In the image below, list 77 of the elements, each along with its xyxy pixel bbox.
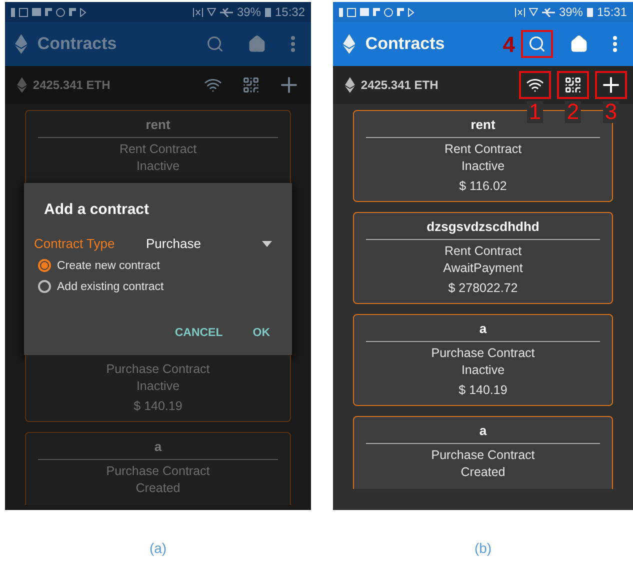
contract-card[interactable]: a Purchase Contract Inactive $ 140.19 <box>353 314 613 406</box>
vibrate-icon <box>514 8 525 16</box>
contract-title: rent <box>470 117 496 132</box>
balance-amount: 2425.341 ETH <box>32 78 110 92</box>
contract-detail: AwaitPayment <box>443 260 523 277</box>
battery-icon <box>264 7 271 17</box>
contract-detail: Created <box>136 480 180 497</box>
contract-detail: Created <box>460 464 506 481</box>
dialog-button[interactable]: OK <box>250 323 272 343</box>
contract-detail: Purchase Contract <box>106 361 210 378</box>
clock-time: 15:32 <box>274 5 305 19</box>
contract-detail: Purchase Contract <box>106 463 210 480</box>
panel-caption: (a) <box>149 540 167 556</box>
signal-icon <box>206 8 216 16</box>
dialog-title: Add a contract <box>44 201 150 218</box>
caret-icon <box>262 240 272 246</box>
diamond-icon <box>15 34 28 54</box>
contract-card[interactable]: rent Rent Contract Inactive <box>25 110 291 183</box>
contract-amount: $ 140.19 <box>458 383 508 397</box>
radio-option[interactable]: Add existing contract <box>38 280 272 293</box>
contract-detail: Purchase Contract <box>431 447 535 464</box>
wifi-button[interactable] <box>519 71 551 99</box>
menu-icon <box>291 36 295 52</box>
search-icon <box>206 35 224 53</box>
battery-percent: 39% <box>558 5 583 19</box>
search-button[interactable] <box>521 30 553 58</box>
contract-title: a <box>479 321 487 336</box>
dialog-button[interactable]: CANCEL <box>172 323 225 343</box>
contract-detail: Inactive <box>136 378 180 395</box>
add-button[interactable] <box>595 71 627 99</box>
contract-card[interactable]: a Purchase Contract Created <box>25 432 291 505</box>
field-label: Contract Type <box>34 236 116 251</box>
contract-card[interactable]: dzsgsvdzscdhdhd Rent Contract AwaitPayment $ 278022.72 <box>353 212 613 304</box>
contract-detail: Purchase Contract <box>431 345 535 362</box>
radio-button[interactable] <box>38 259 51 272</box>
app-title: Contracts <box>37 34 117 54</box>
radio-button[interactable] <box>38 280 51 293</box>
battery-percent: 39% <box>236 5 261 19</box>
qr-code-icon <box>242 76 260 94</box>
wifi-icon <box>526 76 544 94</box>
vibrate-icon <box>192 8 203 16</box>
radio-option[interactable]: Create new contract <box>38 259 272 272</box>
app-title: Contracts <box>365 34 445 54</box>
battery-icon <box>586 7 593 17</box>
signal-icon <box>528 8 538 16</box>
contract-detail: Inactive <box>136 158 180 175</box>
contract-type-dropdown[interactable]: Purchase <box>146 236 272 251</box>
contract-amount: $ 140.19 <box>134 399 182 413</box>
home-icon <box>570 35 588 53</box>
wifi-icon <box>204 76 222 94</box>
diamond-icon <box>343 34 356 54</box>
qr-code-button[interactable] <box>557 71 589 99</box>
panel-caption: (b) <box>474 540 492 556</box>
balance-amount: 2425.341 ETH <box>360 78 438 92</box>
contract-detail: Rent Contract <box>119 141 197 158</box>
contract-title: dzsgsvdzscdhdhd <box>426 219 540 234</box>
callout-number: 1 <box>526 101 544 123</box>
contract-amount: $ 116.02 <box>459 179 507 193</box>
contract-detail: Inactive <box>461 362 505 379</box>
search-icon <box>528 35 546 53</box>
contract-detail: Inactive <box>461 158 505 175</box>
contract-title: a <box>479 423 487 438</box>
qr-code-icon <box>564 76 582 94</box>
callout-number: 4 <box>502 34 516 56</box>
callout-number: 2 <box>564 101 582 123</box>
contract-amount: $ 278022.72 <box>448 281 518 295</box>
clock-time: 15:31 <box>596 5 627 19</box>
diamond-icon <box>345 77 355 93</box>
contract-detail: Rent Contract <box>444 243 522 260</box>
diamond-icon <box>17 77 27 93</box>
contract-title: rent <box>146 117 170 132</box>
callout-number: 3 <box>602 101 620 123</box>
contract-card[interactable]: a Purchase Contract Created <box>353 416 613 489</box>
contract-title: a <box>154 439 162 454</box>
home-icon <box>248 35 266 53</box>
contract-detail: Rent Contract <box>444 141 522 158</box>
menu-icon <box>613 36 617 52</box>
